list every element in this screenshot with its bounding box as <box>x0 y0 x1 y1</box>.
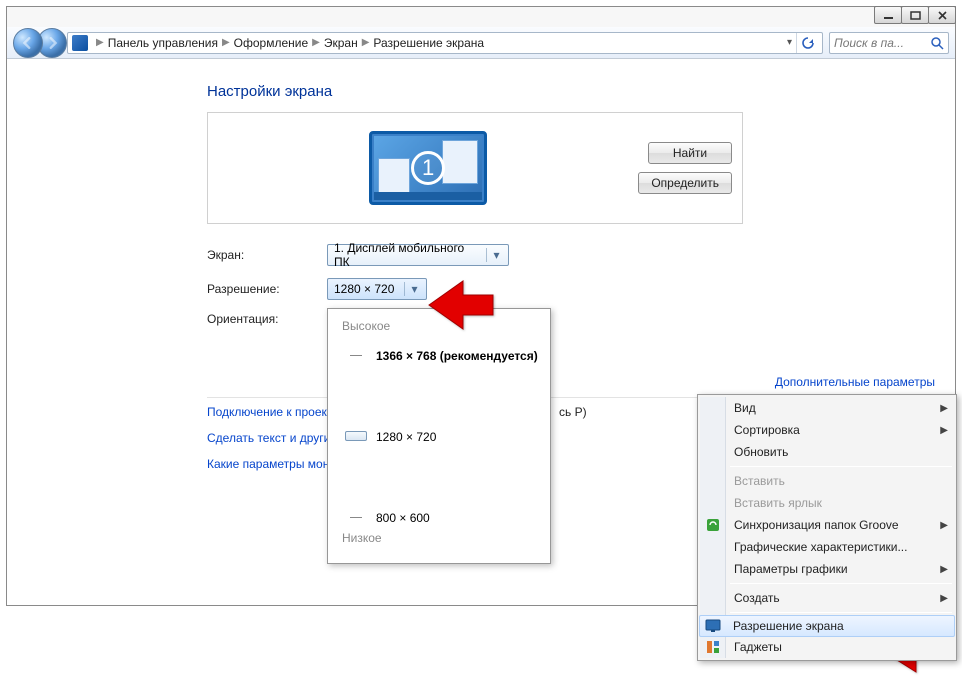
resolution-slider[interactable]: 1366 × 768 (рекомендуется) 1280 × 720 80… <box>342 341 536 531</box>
address-bar[interactable]: ▶ Панель управления ▶ Оформление ▶ Экран… <box>67 32 823 54</box>
breadcrumb-sep-icon: ▶ <box>362 37 370 48</box>
search-input[interactable]: Поиск в па... <box>829 32 949 54</box>
resolution-label: Разрешение: <box>207 282 327 296</box>
display-preview-area: 1 <box>218 123 638 213</box>
screen-value: 1. Дисплей мобильного ПК <box>334 241 482 269</box>
text-size-link[interactable]: Сделать текст и другие <box>207 431 337 445</box>
slider-low-label: Низкое <box>342 531 536 545</box>
breadcrumb-sep-icon: ▶ <box>96 37 104 48</box>
submenu-arrow-icon: ▶ <box>940 593 948 604</box>
maximize-button[interactable] <box>901 6 929 24</box>
refresh-button[interactable] <box>796 33 818 53</box>
projector-hint-text: сь P) <box>559 405 587 419</box>
resolution-option[interactable]: 1366 × 768 (рекомендуется) <box>376 349 538 363</box>
chevron-down-icon: ▾ <box>404 282 420 296</box>
display-side-buttons: Найти Определить <box>638 142 732 194</box>
resolution-slider-popup: Высокое 1366 × 768 (рекомендуется) 1280 … <box>327 308 551 564</box>
display-preview-panel: 1 Найти Определить <box>207 112 743 224</box>
submenu-arrow-icon: ▶ <box>940 403 948 414</box>
orientation-label: Ориентация: <box>207 312 327 326</box>
submenu-arrow-icon: ▶ <box>940 520 948 531</box>
history-dropdown-icon[interactable]: ▾ <box>787 37 792 48</box>
desktop-context-menu: Вид▶ Сортировка▶ Обновить Вставить Встав… <box>697 394 957 661</box>
ctx-sort[interactable]: Сортировка▶ <box>700 419 954 441</box>
find-display-button[interactable]: Найти <box>648 142 732 164</box>
monitor-icon <box>705 618 721 634</box>
close-button[interactable] <box>928 6 956 24</box>
resolution-option[interactable]: 1280 × 720 <box>376 430 436 444</box>
ctx-graphics-params[interactable]: Параметры графики▶ <box>700 558 954 580</box>
ctx-groove-sync[interactable]: Синхронизация папок Groove▶ <box>700 514 954 536</box>
submenu-arrow-icon: ▶ <box>940 425 948 436</box>
ctx-gadgets[interactable]: Гаджеты <box>700 636 954 658</box>
gadgets-icon <box>705 639 721 655</box>
breadcrumb-item[interactable]: Разрешение экрана <box>373 36 484 50</box>
ctx-view[interactable]: Вид▶ <box>700 397 954 419</box>
ctx-new[interactable]: Создать▶ <box>700 587 954 609</box>
ctx-graphics-props[interactable]: Графические характеристики... <box>700 536 954 558</box>
page-title: Настройки экрана <box>207 83 955 100</box>
address-right: ▾ <box>787 33 822 53</box>
minimize-button[interactable] <box>874 6 902 24</box>
which-params-link[interactable]: Какие параметры мон <box>207 457 337 471</box>
ctx-paste-shortcut: Вставить ярлык <box>700 492 954 514</box>
detect-display-button[interactable]: Определить <box>638 172 732 194</box>
search-placeholder: Поиск в па... <box>834 36 930 50</box>
nav-toolbar: ▶ Панель управления ▶ Оформление ▶ Экран… <box>7 27 955 59</box>
slider-thumb[interactable] <box>345 431 367 441</box>
nav-back-button[interactable] <box>13 28 43 58</box>
display-settings-grid: Экран: 1. Дисплей мобильного ПК ▾ Разреш… <box>207 244 955 326</box>
resolution-combobox[interactable]: 1280 × 720 ▾ <box>327 278 427 300</box>
breadcrumb-item[interactable]: Панель управления <box>108 36 218 50</box>
control-panel-icon <box>72 35 88 51</box>
breadcrumb-sep-icon: ▶ <box>312 37 320 48</box>
red-arrow-annotation <box>427 275 497 338</box>
nav-back-forward <box>13 28 61 58</box>
help-links: Подключение к проек Сделать текст и друг… <box>207 405 337 471</box>
groove-icon <box>705 517 721 533</box>
ctx-refresh[interactable]: Обновить <box>700 441 954 463</box>
submenu-arrow-icon: ▶ <box>940 564 948 575</box>
ctx-screen-resolution[interactable]: Разрешение экрана <box>699 615 955 637</box>
monitor-number-badge: 1 <box>411 151 445 185</box>
breadcrumb-item[interactable]: Экран <box>324 36 358 50</box>
screen-combobox[interactable]: 1. Дисплей мобильного ПК ▾ <box>327 244 509 266</box>
projector-link[interactable]: Подключение к проек <box>207 405 337 419</box>
ctx-separator <box>730 583 952 584</box>
resolution-value: 1280 × 720 <box>334 282 400 296</box>
screen-label: Экран: <box>207 248 327 262</box>
breadcrumb-sep-icon: ▶ <box>222 37 230 48</box>
chevron-down-icon: ▾ <box>486 248 502 262</box>
ctx-separator <box>730 466 952 467</box>
breadcrumb-item[interactable]: Оформление <box>234 36 308 50</box>
window-chrome-controls <box>875 6 956 24</box>
display-monitor-1[interactable]: 1 <box>369 131 487 205</box>
resolution-option[interactable]: 800 × 600 <box>376 511 430 525</box>
ctx-paste: Вставить <box>700 470 954 492</box>
search-icon <box>930 36 944 50</box>
advanced-settings-link[interactable]: Дополнительные параметры <box>775 375 935 389</box>
ctx-separator <box>730 612 952 613</box>
